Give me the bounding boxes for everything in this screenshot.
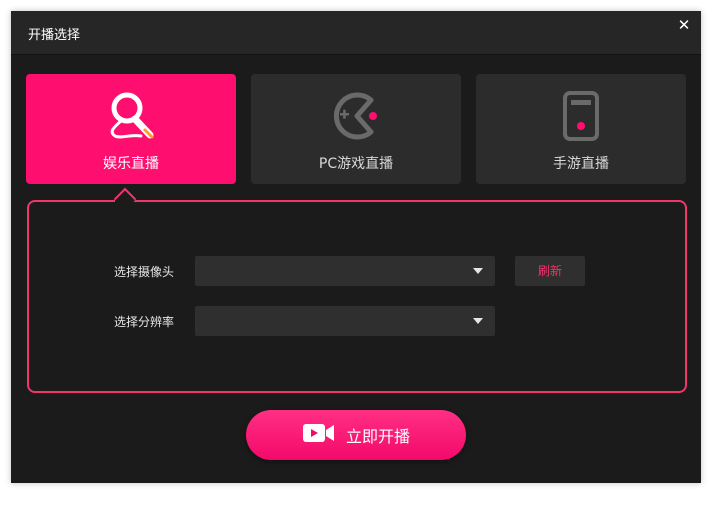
mode-card-mobile-game[interactable]: 手游直播 <box>476 74 686 184</box>
mode-label-pc-game: PC游戏直播 <box>318 156 394 172</box>
video-camera-icon <box>302 422 336 448</box>
mode-label-mobile-game: 手游直播 <box>553 156 609 172</box>
start-live-label: 立即开播 <box>345 427 410 446</box>
camera-select[interactable] <box>195 256 495 286</box>
chevron-down-icon <box>473 318 483 324</box>
title-bar: 开播选择 ✕ <box>11 11 701 55</box>
start-live-button[interactable]: 立即开播 <box>246 410 466 460</box>
mobile-phone-icon <box>476 88 686 144</box>
pacman-icon <box>251 88 461 144</box>
mode-card-pc-game[interactable]: PC游戏直播 <box>251 74 461 184</box>
live-mode-dialog: 开播选择 ✕ 娱乐直播 PC游戏直播 手游直播 选择摄像头 刷新 选择分辨率 立… <box>11 11 701 483</box>
magnifier-microphone-icon <box>26 88 236 144</box>
window-title: 开播选择 <box>28 28 81 43</box>
resolution-select[interactable] <box>195 306 495 336</box>
mode-label-entertainment: 娱乐直播 <box>103 156 159 172</box>
camera-label: 选择摄像头 <box>114 265 175 279</box>
settings-panel <box>27 200 687 393</box>
resolution-label: 选择分辨率 <box>114 315 175 329</box>
close-icon[interactable]: ✕ <box>675 16 693 34</box>
chevron-down-icon <box>473 268 483 274</box>
refresh-button[interactable]: 刷新 <box>515 256 585 286</box>
pointer-mask <box>115 200 133 203</box>
mode-card-entertainment[interactable]: 娱乐直播 <box>26 74 236 184</box>
